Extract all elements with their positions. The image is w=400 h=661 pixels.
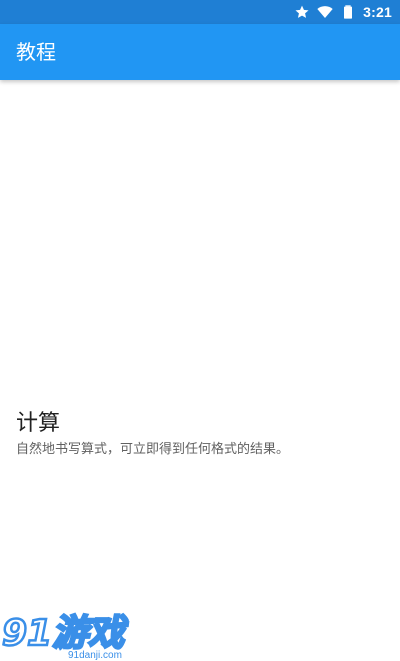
- watermark-logo: 91游戏 91danji.com: [1, 612, 130, 661]
- feature-title: 计算: [16, 411, 61, 436]
- feature-description: 自然地书写算式，可立即得到任何格式的结果。: [16, 442, 290, 457]
- status-bar: 3:21: [0, 0, 400, 24]
- status-icons: 3:21: [294, 0, 392, 24]
- wifi-icon: [317, 4, 333, 20]
- feature-card: 计算 自然地书写算式，可立即得到任何格式的结果。: [16, 408, 386, 460]
- status-time: 3:21: [363, 4, 392, 20]
- star-icon: [294, 4, 310, 20]
- tutorial-screen: 3:21 教程 计算 自然地书写算式，可立即得到任何格式的结果。 91游戏 91…: [0, 0, 400, 661]
- battery-icon: [340, 4, 356, 20]
- app-bar: 教程: [0, 24, 400, 80]
- site-watermark: 91游戏 91danji.com: [0, 605, 140, 661]
- watermark-logo-text: 91游戏: [2, 613, 128, 654]
- page-title: 教程: [16, 40, 56, 64]
- watermark-url: 91danji.com: [68, 650, 122, 661]
